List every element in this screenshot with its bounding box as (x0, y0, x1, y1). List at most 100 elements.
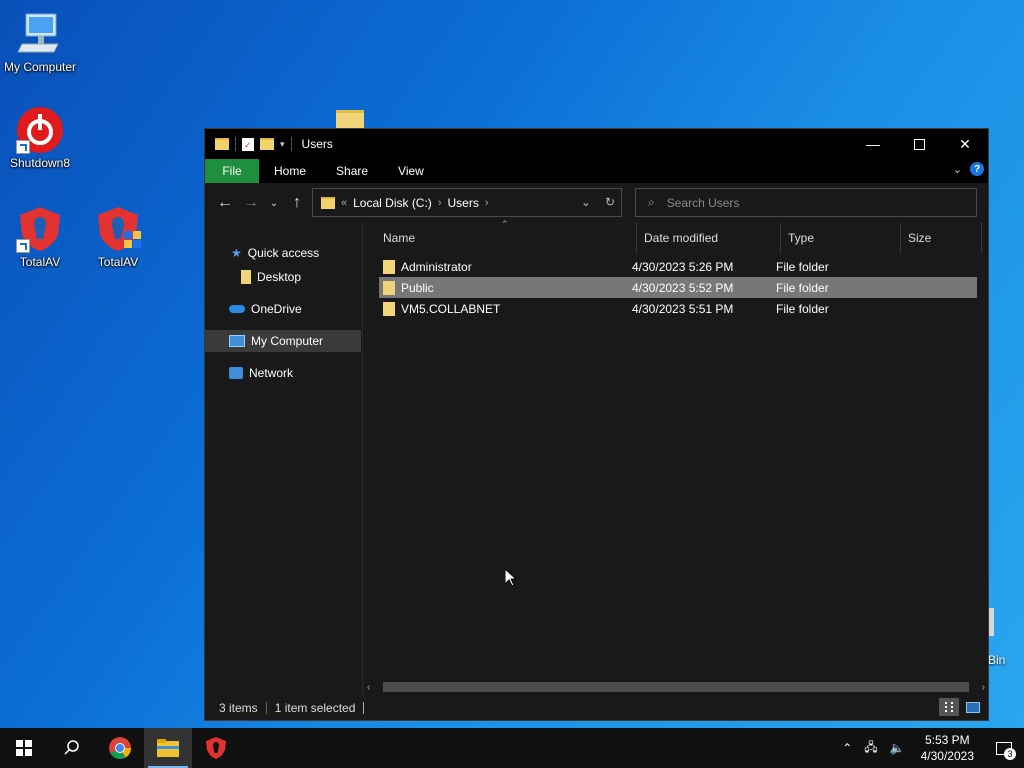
new-folder-icon[interactable] (260, 138, 274, 150)
up-arrow-icon[interactable]: ↑ (284, 194, 310, 212)
navigation-pane: ★ Quick access Desktop OneDrive My Compu… (205, 223, 363, 695)
file-date: 4/30/2023 5:26 PM (632, 259, 734, 274)
item-count: 3 items (219, 700, 258, 715)
search-input[interactable] (664, 194, 949, 211)
recycle-bin-label: Bin (988, 653, 1006, 667)
start-button[interactable] (0, 728, 48, 768)
file-explorer-icon (157, 739, 179, 757)
computer-icon (229, 335, 245, 347)
desktop-icon-my-computer[interactable]: My Computer (0, 10, 80, 74)
breadcrumb-separator-icon[interactable]: › (438, 197, 442, 209)
file-type: File folder (776, 280, 829, 295)
table-row[interactable]: VM5.COLLABNET 4/30/2023 5:51 PM File fol… (379, 298, 977, 319)
clock-date: 4/30/2023 (920, 749, 974, 763)
file-type: File folder (776, 301, 829, 316)
clock[interactable]: 5:53 PM 4/30/2023 (911, 732, 984, 764)
customize-toolbar-icon[interactable]: ▾ (280, 139, 285, 150)
taskbar-totalav[interactable] (192, 728, 240, 768)
column-header-type[interactable]: Type (780, 223, 901, 253)
forward-arrow-icon[interactable]: → (238, 194, 264, 212)
mouse-cursor-icon (504, 567, 518, 590)
details-view-button[interactable] (939, 698, 959, 716)
sidebar-item-my-computer[interactable]: My Computer (205, 330, 361, 352)
breadcrumb-separator-icon[interactable]: › (485, 197, 489, 209)
file-name: Public (401, 280, 434, 295)
file-list: ⌃ Name Date modified Type Size Administr… (363, 219, 988, 695)
root-chevron[interactable]: « (341, 197, 347, 209)
windows-logo-icon (16, 740, 32, 756)
taskbar-chrome[interactable] (96, 728, 144, 768)
ribbon-tabs: File Home Share View ⌄ ? (205, 159, 988, 183)
address-bar[interactable]: « Local Disk (C:) › Users › ⌄ ↻ (312, 188, 622, 217)
file-date: 4/30/2023 5:52 PM (632, 280, 734, 295)
expand-ribbon-icon[interactable]: ⌄ (953, 163, 962, 176)
desktop-icon-totalav-1[interactable]: TotalAV (0, 205, 80, 269)
sidebar-item-label: My Computer (251, 334, 324, 348)
tab-file[interactable]: File (205, 159, 259, 183)
desktop-icon-label: TotalAV (97, 255, 139, 269)
address-dropdown-icon[interactable]: ⌄ (581, 195, 591, 209)
folder-icon (383, 259, 395, 274)
table-row[interactable]: Public 4/30/2023 5:52 PM File folder (379, 277, 977, 298)
column-headers: ⌃ Name Date modified Type Size (363, 219, 988, 253)
folder-icon (321, 196, 335, 209)
shield-icon (16, 205, 64, 253)
sidebar-item-quick-access[interactable]: ★ Quick access (205, 242, 361, 264)
sidebar-item-desktop[interactable]: Desktop (205, 266, 361, 288)
horizontal-scrollbar[interactable]: ‹ › (367, 681, 985, 693)
recent-locations-chevron-icon[interactable]: ⌄ (264, 198, 284, 209)
star-icon: ★ (231, 246, 242, 260)
large-icons-view-icon (966, 701, 980, 713)
column-header-size[interactable]: Size (900, 223, 982, 253)
scroll-left-icon[interactable]: ‹ (367, 682, 370, 693)
sidebar-item-label: Quick access (247, 246, 320, 260)
scroll-right-icon[interactable]: › (982, 682, 985, 693)
search-icon: ⌕ (648, 195, 655, 209)
close-button[interactable]: ✕ (942, 129, 988, 159)
minimize-button[interactable]: — (850, 129, 896, 159)
navigation-bar: ← → ⌄ ↑ « Local Disk (C:) › Users › ⌄ ↻ … (205, 183, 988, 223)
clock-time: 5:53 PM (924, 733, 970, 747)
column-header-name[interactable]: Name (375, 223, 637, 253)
details-view-icon (945, 702, 953, 712)
properties-icon[interactable]: ✓ (242, 137, 254, 151)
large-icons-view-button[interactable] (963, 698, 983, 716)
search-button[interactable] (48, 728, 96, 768)
folder-icon (241, 270, 251, 284)
network-status-icon[interactable]: 🖧 (858, 738, 883, 759)
title-bar[interactable]: ✓ ▾ Users — ✕ (205, 129, 988, 159)
shortcut-arrow-icon (16, 239, 30, 253)
cloud-icon (229, 305, 245, 313)
desktop-icon-shutdown8[interactable]: Shutdown8 (0, 106, 80, 170)
selection-count: 1 item selected (274, 700, 356, 715)
desktop-icon-label: My Computer (3, 60, 77, 74)
show-hidden-icons-icon[interactable]: ⌃ (836, 741, 858, 755)
breadcrumb-users[interactable]: Users (447, 196, 478, 210)
column-header-date-modified[interactable]: Date modified (636, 223, 781, 253)
tab-share[interactable]: Share (321, 159, 383, 183)
sidebar-item-network[interactable]: Network (205, 362, 361, 384)
back-arrow-icon[interactable]: ← (212, 194, 238, 212)
file-name: VM5.COLLABNET (401, 301, 501, 316)
notification-center-button[interactable]: 3 (984, 728, 1024, 768)
volume-icon[interactable]: 🔈 (884, 741, 911, 755)
window-title: Users (301, 137, 333, 151)
desktop-icon-totalav-2[interactable]: TotalAV (78, 205, 158, 269)
status-bar: 3 items 1 item selected (205, 695, 988, 720)
notification-count-badge: 3 (1004, 748, 1016, 760)
search-box[interactable]: ⌕ (635, 188, 977, 217)
refresh-icon[interactable]: ↻ (605, 195, 615, 209)
breadcrumb-local-disk[interactable]: Local Disk (C:) (353, 196, 432, 210)
sidebar-item-label: Desktop (257, 270, 302, 284)
table-row[interactable]: Administrator 4/30/2023 5:26 PM File fol… (379, 256, 977, 277)
sidebar-item-onedrive[interactable]: OneDrive (205, 298, 361, 320)
file-name: Administrator (401, 259, 472, 274)
maximize-button[interactable] (896, 129, 942, 159)
desktop-icon-label: TotalAV (19, 255, 61, 269)
help-icon[interactable]: ? (970, 162, 984, 176)
quick-access-toolbar: ✓ ▾ (205, 137, 292, 151)
tab-view[interactable]: View (383, 159, 439, 183)
scrollbar-thumb[interactable] (383, 682, 969, 692)
tab-home[interactable]: Home (259, 159, 321, 183)
taskbar-file-explorer[interactable] (144, 728, 192, 768)
